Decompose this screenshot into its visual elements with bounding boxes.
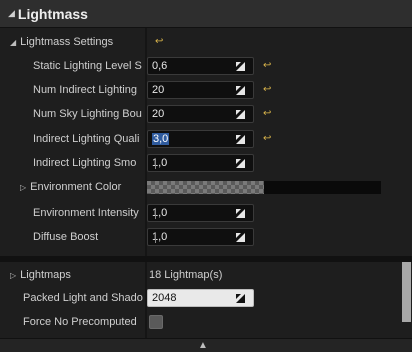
- numeric-value: 3,0: [152, 133, 170, 145]
- property-label: Lightmaps: [20, 269, 71, 281]
- drag-handle-icon[interactable]: [235, 232, 246, 243]
- property-label: Environment Color: [30, 181, 122, 193]
- lightmass-category-header[interactable]: ◢ Lightmass: [0, 0, 412, 28]
- property-value: 20: [147, 78, 254, 102]
- property-label: Num Sky Lighting Bou: [33, 108, 142, 120]
- property-value: 3,0: [147, 127, 254, 151]
- slider-bar: [155, 209, 156, 219]
- drag-handle-icon[interactable]: [235, 109, 246, 120]
- drag-handle-icon[interactable]: [235, 158, 246, 169]
- numeric-input[interactable]: 1,0: [147, 204, 254, 222]
- property-value: 1,0: [147, 151, 254, 175]
- property-name: Num Sky Lighting Bou: [0, 102, 145, 126]
- alpha-checker: [147, 181, 264, 194]
- property-value: 2048: [147, 286, 254, 310]
- drag-handle-icon[interactable]: [235, 134, 246, 145]
- property-name: ▷ Environment Color: [0, 175, 145, 199]
- color-fill: [264, 181, 381, 194]
- drag-handle-icon[interactable]: [235, 61, 246, 72]
- property-row-num-indirect-lighting-bounces: Num Indirect Lighting 20 ↩: [0, 78, 393, 102]
- property-name: Num Indirect Lighting: [0, 78, 145, 102]
- property-name: Indirect Lighting Smo: [0, 151, 145, 175]
- property-name: Indirect Lighting Quali: [0, 127, 145, 151]
- numeric-value: 20: [152, 84, 165, 96]
- property-label: Num Indirect Lighting: [33, 84, 137, 96]
- property-name: Diffuse Boost: [0, 225, 145, 249]
- color-swatch[interactable]: [147, 181, 381, 194]
- property-row-indirect-lighting-quality: Indirect Lighting Quali 3,0 ↩: [0, 127, 393, 151]
- settings-header-label: Lightmass Settings: [20, 36, 114, 48]
- property-name: Force No Precomputed: [0, 310, 145, 334]
- reset-to-default-icon[interactable]: ↩: [155, 37, 165, 47]
- scrollbar[interactable]: [402, 262, 411, 322]
- drag-handle-icon[interactable]: [235, 208, 246, 219]
- property-label: Indirect Lighting Smo: [33, 157, 137, 169]
- collapse-triangle-icon[interactable]: ◢: [10, 38, 16, 47]
- numeric-value: 0,6: [152, 60, 168, 72]
- collapse-up-icon[interactable]: ▲: [198, 340, 208, 351]
- numeric-value: 20: [152, 108, 165, 120]
- slider-bar: [155, 159, 156, 169]
- reset-to-default-icon[interactable]: ↩: [263, 109, 273, 119]
- property-value: 0,6: [147, 54, 254, 78]
- reset-to-default-icon[interactable]: ↩: [263, 85, 273, 95]
- property-value: 1,0: [147, 201, 254, 225]
- slider-bar: [155, 233, 156, 243]
- numeric-input[interactable]: 2048: [147, 289, 254, 307]
- numeric-input[interactable]: 0,6: [147, 57, 254, 75]
- property-row-diffuse-boost: Diffuse Boost 1,0: [0, 225, 393, 249]
- numeric-input[interactable]: 3,0: [147, 130, 254, 148]
- expand-triangle-icon[interactable]: ▷: [20, 183, 26, 192]
- property-row-indirect-lighting-smoothness: Indirect Lighting Smo 1,0: [0, 151, 393, 175]
- numeric-input[interactable]: 1,0: [147, 154, 254, 172]
- property-name: Environment Intensity: [0, 201, 145, 225]
- property-name: Static Lighting Level S: [0, 54, 145, 78]
- numeric-value: 2048: [152, 292, 177, 304]
- property-name: Packed Light and Shado: [0, 286, 145, 310]
- property-label: Static Lighting Level S: [33, 60, 142, 72]
- expand-triangle-icon[interactable]: ▷: [10, 271, 16, 280]
- property-label: Environment Intensity: [33, 207, 139, 219]
- property-value: 20: [147, 102, 254, 126]
- property-label: Packed Light and Shado: [23, 292, 143, 304]
- numeric-input[interactable]: 1,0: [147, 228, 254, 246]
- lightmass-settings-header[interactable]: ◢ Lightmass Settings ↩: [0, 30, 393, 54]
- category-title: Lightmass: [17, 5, 88, 22]
- details-panel: ◢ Lightmass ◢ Lightmass Settings ↩ Stati…: [0, 0, 412, 352]
- numeric-input[interactable]: 20: [147, 105, 254, 123]
- property-row-num-sky-lighting-bounces: Num Sky Lighting Bou 20 ↩: [0, 102, 393, 126]
- property-label: Diffuse Boost: [33, 231, 99, 243]
- reset-to-default-icon[interactable]: ↩: [263, 134, 273, 144]
- collapse-triangle-icon[interactable]: ◢: [8, 8, 15, 19]
- checkbox[interactable]: [149, 315, 163, 329]
- property-row-packed-light-and-shadow-map-texture-size: Packed Light and Shado 2048: [0, 286, 393, 310]
- property-row-force-no-precomputed-lighting: Force No Precomputed: [0, 310, 393, 334]
- settings-header-name: ◢ Lightmass Settings: [0, 30, 145, 54]
- property-value: [149, 310, 163, 334]
- property-value: 18 Lightmap(s): [149, 263, 222, 287]
- property-row-environment-intensity: Environment Intensity 1,0: [0, 201, 393, 225]
- property-label: Indirect Lighting Quali: [33, 133, 140, 145]
- property-value: 1,0: [147, 225, 254, 249]
- property-label: Force No Precomputed: [23, 316, 137, 328]
- property-row-lightmaps: ▷ Lightmaps 18 Lightmap(s): [0, 263, 393, 287]
- property-name: ▷ Lightmaps: [0, 263, 145, 287]
- drag-handle-icon[interactable]: [235, 85, 246, 96]
- panel-footer: ▲: [0, 338, 412, 352]
- numeric-input[interactable]: 20: [147, 81, 254, 99]
- property-row-static-lighting-level-scale: Static Lighting Level S 0,6 ↩: [0, 54, 393, 78]
- drag-handle-icon[interactable]: [235, 293, 246, 304]
- lightmaps-count: 18 Lightmap(s): [149, 269, 223, 281]
- reset-to-default-icon[interactable]: ↩: [263, 61, 273, 71]
